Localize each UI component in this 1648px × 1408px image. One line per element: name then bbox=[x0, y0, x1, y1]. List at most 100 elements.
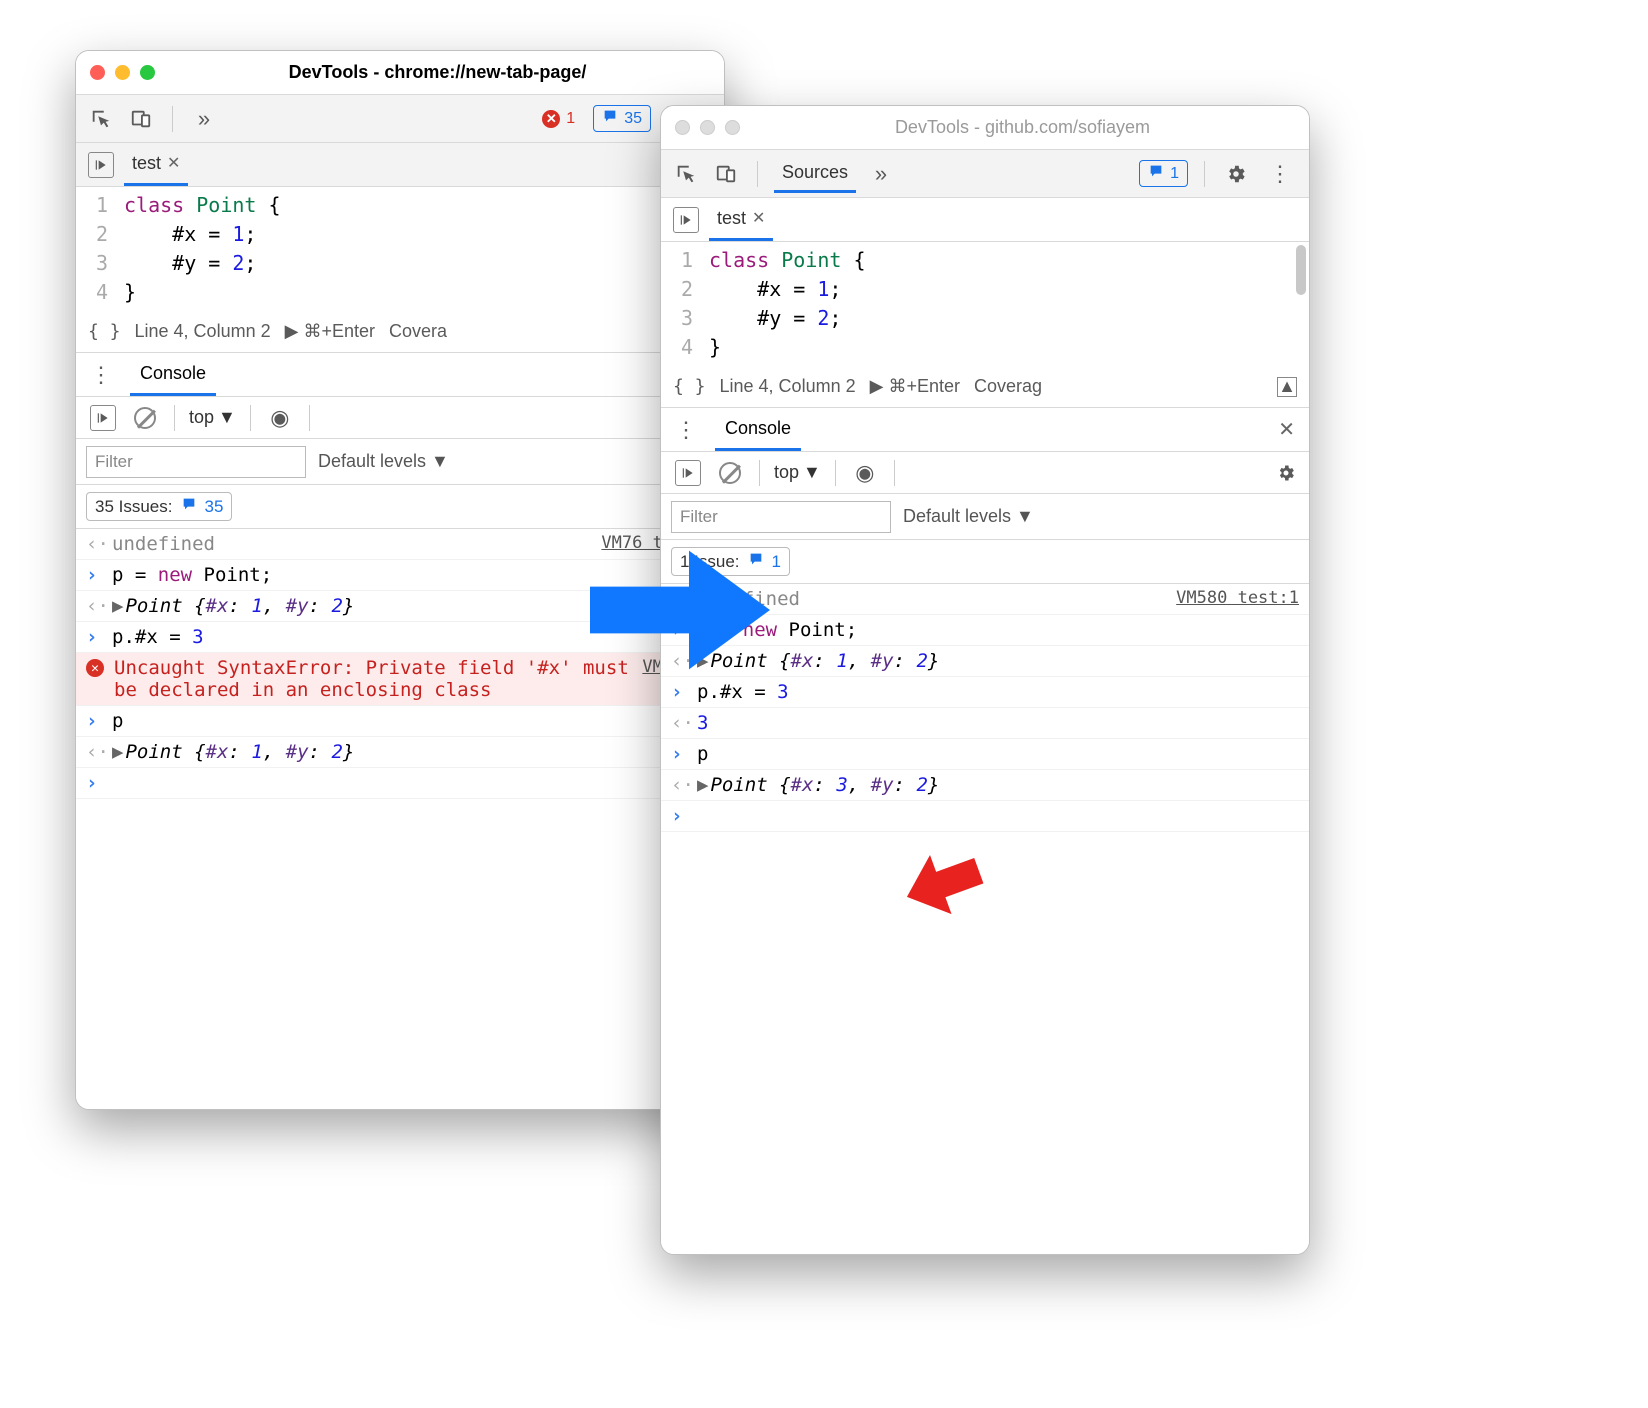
file-tab-label: test bbox=[132, 153, 161, 174]
console-log[interactable]: ‹·undefinedVM580 test:1›p = new Point;‹·… bbox=[661, 584, 1309, 1254]
clear-console-icon[interactable] bbox=[130, 403, 160, 433]
context-selector[interactable]: top ▼ bbox=[189, 407, 236, 428]
sources-file-tabs: test ✕ bbox=[661, 198, 1309, 242]
code-content: class Point { #x = 1; #y = 2;} bbox=[118, 187, 287, 311]
main-menu-icon[interactable]: ⋮ bbox=[1261, 161, 1299, 187]
editor-statusbar: { } Line 4, Column 2 ▶ ⌘+Enter Covera bbox=[76, 311, 724, 353]
scrollbar-thumb[interactable] bbox=[1296, 245, 1306, 295]
panel-tab-label: Sources bbox=[782, 162, 848, 183]
drawer-tab-console[interactable]: Console bbox=[130, 353, 216, 396]
issues-pill-label: 35 Issues: bbox=[95, 497, 173, 517]
log-levels-selector[interactable]: Default levels ▼ bbox=[903, 506, 1034, 527]
run-snippet-icon[interactable] bbox=[88, 152, 114, 178]
issues-badge[interactable]: 1 bbox=[1139, 160, 1188, 187]
console-toolbar: top ▼ ◉ bbox=[661, 452, 1309, 494]
issues-pill-count: 1 bbox=[772, 552, 781, 572]
minimize-dot-icon[interactable] bbox=[700, 120, 715, 135]
zoom-dot-icon[interactable] bbox=[140, 65, 155, 80]
console-prompt-row[interactable]: › bbox=[76, 768, 724, 799]
separator bbox=[894, 460, 895, 486]
main-toolbar: » ✕ 1 35 bbox=[76, 95, 724, 143]
console-input-row: ›p bbox=[661, 739, 1309, 770]
run-snippet-icon[interactable] bbox=[673, 207, 699, 233]
console-sidebar-icon[interactable] bbox=[90, 405, 116, 431]
issues-count: 35 bbox=[624, 110, 642, 128]
more-panels-icon[interactable]: » bbox=[866, 159, 896, 189]
main-toolbar: Sources » 1 ⋮ bbox=[661, 150, 1309, 198]
file-tab-test[interactable]: test ✕ bbox=[709, 198, 773, 241]
code-content: class Point { #x = 1; #y = 2;} bbox=[703, 242, 872, 366]
context-selector[interactable]: top ▼ bbox=[774, 462, 821, 483]
panel-tab-sources[interactable]: Sources bbox=[774, 155, 856, 193]
close-icon[interactable]: ✕ bbox=[167, 153, 180, 173]
separator bbox=[757, 161, 758, 187]
settings-icon[interactable] bbox=[1221, 159, 1251, 189]
window-title: DevTools - github.com/sofiayem bbox=[750, 117, 1295, 138]
window-title: DevTools - chrome://new-tab-page/ bbox=[165, 62, 710, 83]
coverage-label[interactable]: Covera bbox=[389, 321, 447, 342]
filter-input[interactable]: Filter bbox=[86, 446, 306, 478]
zoom-dot-icon[interactable] bbox=[725, 120, 740, 135]
console-prompt-row[interactable]: › bbox=[661, 801, 1309, 832]
close-drawer-icon[interactable]: ✕ bbox=[1270, 417, 1303, 442]
console-filter-row: Filter Default levels ▼ bbox=[661, 494, 1309, 540]
line-gutter: 1234 bbox=[76, 187, 118, 311]
close-dot-icon[interactable] bbox=[675, 120, 690, 135]
issues-badge[interactable]: 35 bbox=[593, 105, 651, 132]
code-editor[interactable]: 1234 class Point { #x = 1; #y = 2;} bbox=[76, 187, 724, 311]
transition-arrow-icon bbox=[590, 545, 770, 675]
console-filter-row: Filter Default levels ▼ bbox=[76, 439, 724, 485]
collapse-icon[interactable]: ▲ bbox=[1277, 377, 1297, 397]
file-tab-test[interactable]: test ✕ bbox=[124, 143, 188, 186]
console-settings-icon[interactable] bbox=[1271, 458, 1301, 488]
separator bbox=[250, 405, 251, 431]
filter-input[interactable]: Filter bbox=[671, 501, 891, 533]
issue-icon bbox=[1148, 163, 1164, 184]
drawer-tabs: ⋮ Console bbox=[76, 353, 724, 397]
coverage-label[interactable]: Coverag bbox=[974, 376, 1042, 397]
minimize-dot-icon[interactable] bbox=[115, 65, 130, 80]
separator bbox=[309, 405, 310, 431]
devtools-window-after: DevTools - github.com/sofiayem Sources »… bbox=[660, 105, 1310, 1255]
separator bbox=[835, 460, 836, 486]
console-sidebar-icon[interactable] bbox=[675, 460, 701, 486]
device-toolbar-icon[interactable] bbox=[711, 159, 741, 189]
log-levels-selector[interactable]: Default levels ▼ bbox=[318, 451, 449, 472]
traffic-lights bbox=[675, 120, 740, 135]
error-icon: ✕ bbox=[542, 110, 560, 128]
cursor-position: Line 4, Column 2 bbox=[720, 376, 856, 397]
console-output-row: ‹·▶Point {#x: 3, #y: 2} bbox=[661, 770, 1309, 801]
console-input-row: ›p.#x = 3 bbox=[661, 677, 1309, 708]
separator bbox=[174, 405, 175, 431]
sources-file-tabs: test ✕ bbox=[76, 143, 724, 187]
pretty-print-icon[interactable]: { } bbox=[673, 376, 706, 397]
close-icon[interactable]: ✕ bbox=[752, 208, 765, 228]
console-output-row: ‹·▶Point {#x: 1, #y: 2} bbox=[76, 737, 724, 768]
clear-console-icon[interactable] bbox=[715, 458, 745, 488]
more-panels-icon[interactable]: » bbox=[189, 104, 219, 134]
live-expression-icon[interactable]: ◉ bbox=[850, 458, 880, 488]
device-toolbar-icon[interactable] bbox=[126, 104, 156, 134]
code-editor[interactable]: 1234 class Point { #x = 1; #y = 2;} bbox=[661, 242, 1309, 366]
file-tab-label: test bbox=[717, 208, 746, 229]
drawer-menu-icon[interactable]: ⋮ bbox=[667, 417, 705, 443]
issues-pill-count: 35 bbox=[205, 497, 224, 517]
inspect-element-icon[interactable] bbox=[671, 159, 701, 189]
pretty-print-icon[interactable]: { } bbox=[88, 321, 121, 342]
cursor-position: Line 4, Column 2 bbox=[135, 321, 271, 342]
separator bbox=[1204, 161, 1205, 187]
traffic-lights bbox=[90, 65, 155, 80]
run-hint: ▶ ⌘+Enter bbox=[870, 376, 960, 397]
issues-pill[interactable]: 35 Issues: 35 bbox=[86, 492, 232, 521]
errors-badge[interactable]: ✕ 1 bbox=[534, 108, 583, 130]
separator bbox=[172, 106, 173, 132]
close-dot-icon[interactable] bbox=[90, 65, 105, 80]
inspect-element-icon[interactable] bbox=[86, 104, 116, 134]
separator bbox=[759, 460, 760, 486]
source-link[interactable]: VM580 test:1 bbox=[1176, 588, 1299, 608]
errors-count: 1 bbox=[566, 110, 575, 128]
live-expression-icon[interactable]: ◉ bbox=[265, 403, 295, 433]
drawer-tab-console[interactable]: Console bbox=[715, 408, 801, 451]
drawer-menu-icon[interactable]: ⋮ bbox=[82, 362, 120, 388]
issue-icon bbox=[181, 496, 197, 517]
